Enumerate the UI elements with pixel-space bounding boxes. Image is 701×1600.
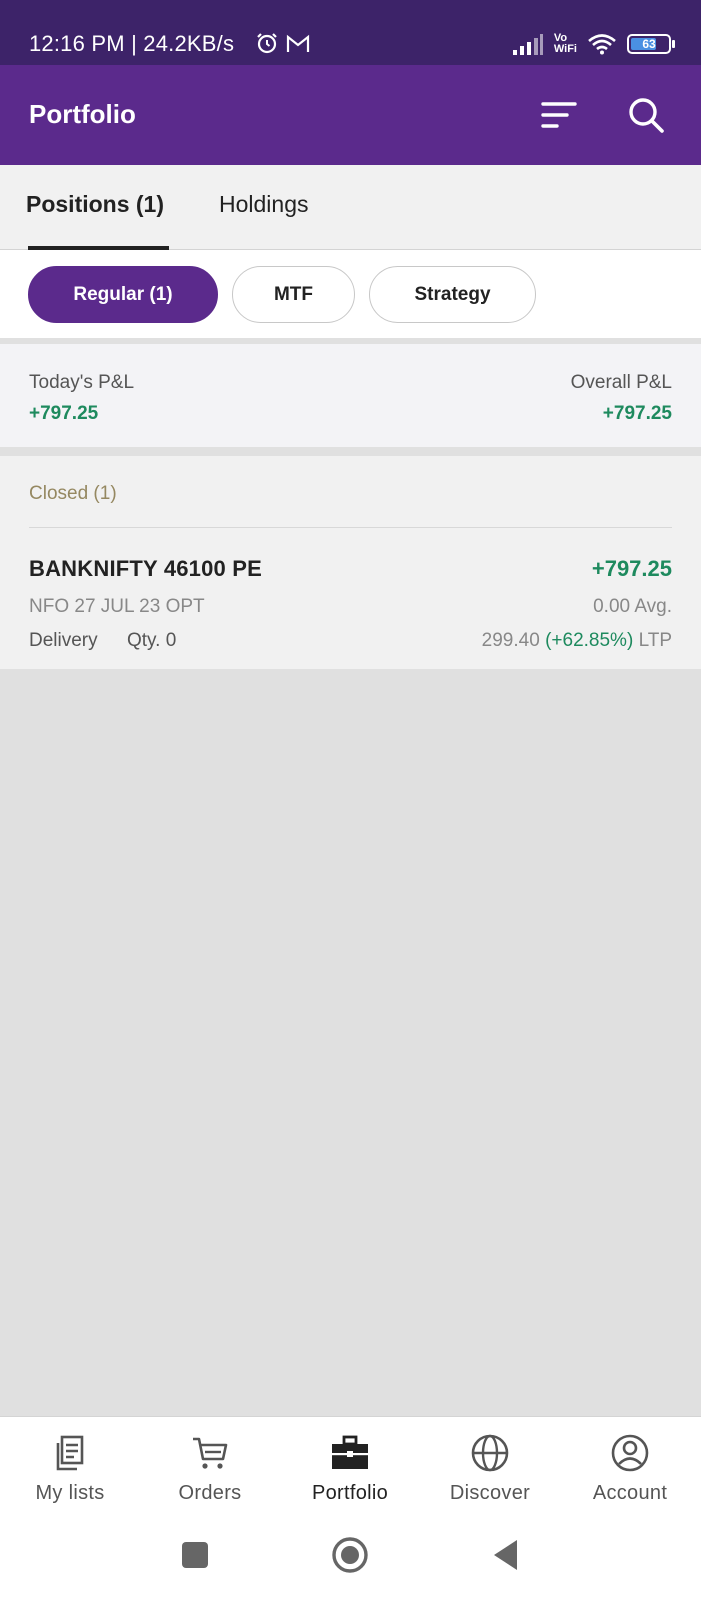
nav-my-lists[interactable]: My lists <box>0 1417 140 1521</box>
position-qty: Qty. 0 <box>127 630 177 651</box>
todays-pnl-label: Today's P&L <box>29 372 135 393</box>
battery-icon: 63 <box>627 34 675 54</box>
gmail-icon <box>286 34 310 52</box>
filter-strategy-chip[interactable]: Strategy <box>369 266 536 323</box>
divider <box>29 527 672 528</box>
signal-icon <box>512 34 543 55</box>
ltp-label: LTP <box>638 630 672 651</box>
status-icons: Vo WiFi 63 <box>512 30 675 58</box>
ltp-change: (+62.85%) <box>545 630 634 651</box>
bottom-navigation: My lists Orders Portfolio Discover Accou… <box>0 1416 701 1520</box>
overall-pnl-label: Overall P&L <box>570 372 672 393</box>
battery-level: 63 <box>642 37 656 51</box>
recents-button[interactable] <box>175 1535 215 1575</box>
system-navigation-bar <box>0 1520 701 1600</box>
back-button[interactable] <box>487 1535 527 1575</box>
nav-label: Discover <box>449 1482 531 1504</box>
app-bar: Portfolio <box>0 65 701 165</box>
user-circle-icon <box>611 1434 649 1472</box>
search-icon[interactable] <box>626 95 666 135</box>
status-time: 12:16 PM | 24.2KB/s <box>29 31 235 56</box>
tab-positions[interactable]: Positions (1) <box>26 191 164 218</box>
closed-section-title: Closed (1) <box>29 483 117 504</box>
nav-label: Account <box>592 1482 668 1504</box>
position-symbol: BANKNIFTY 46100 PE <box>29 556 263 581</box>
nav-label: My lists <box>35 1482 105 1504</box>
nav-portfolio[interactable]: Portfolio <box>280 1417 420 1521</box>
list-icon <box>56 1435 84 1471</box>
globe-icon <box>471 1434 509 1472</box>
nav-account[interactable]: Account <box>560 1417 700 1521</box>
vowifi-bottom: WiFi <box>553 43 577 55</box>
page-title: Portfolio <box>29 99 136 129</box>
position-contract: NFO 27 JUL 23 OPT <box>29 596 205 617</box>
vowifi-icon: Vo WiFi <box>554 33 577 55</box>
filter-mtf-chip[interactable]: MTF <box>232 266 355 323</box>
filter-sort-icon[interactable] <box>539 95 579 135</box>
filter-regular-chip[interactable]: Regular (1) <box>28 266 218 323</box>
todays-pnl-value: +797.25 <box>29 403 99 424</box>
alarm-icon <box>257 33 277 54</box>
tab-holdings[interactable]: Holdings <box>219 191 309 218</box>
position-pnl: +797.25 <box>591 556 672 581</box>
portfolio-tabs: Positions (1) Holdings <box>0 165 701 250</box>
briefcase-icon <box>332 1435 368 1469</box>
cart-icon <box>193 1437 228 1469</box>
status-bar: 12:16 PM | 24.2KB/s Vo WiFi 63 <box>0 0 701 65</box>
home-button[interactable] <box>330 1535 370 1575</box>
wifi-icon <box>588 34 616 55</box>
nav-discover[interactable]: Discover <box>420 1417 560 1521</box>
closed-positions-section: Closed (1) BANKNIFTY 46100 PE +797.25 NF… <box>0 456 701 669</box>
pnl-summary: Today's P&L +797.25 Overall P&L +797.25 <box>0 344 701 447</box>
ltp-price: 299.40 <box>481 630 540 651</box>
position-avg-price: 0.00 Avg. <box>593 596 672 617</box>
overall-pnl-value: +797.25 <box>602 403 672 424</box>
nav-label: Orders <box>178 1482 242 1504</box>
position-product: Delivery <box>29 630 98 651</box>
position-filters: Regular (1) MTF Strategy <box>0 250 701 338</box>
nav-label: Portfolio <box>311 1482 389 1504</box>
position-ltp: 299.40 (+62.85%) LTP <box>482 630 672 652</box>
nav-orders[interactable]: Orders <box>140 1417 280 1521</box>
